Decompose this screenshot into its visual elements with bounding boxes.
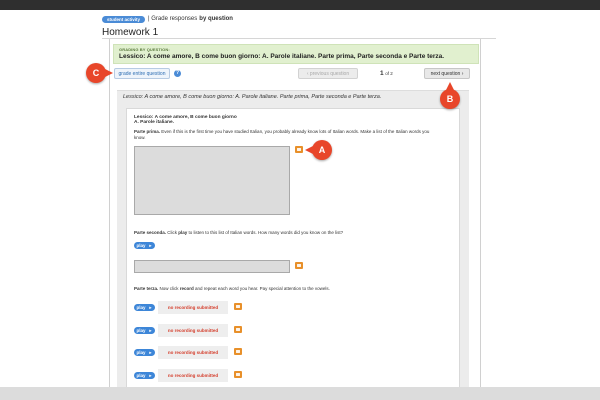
play-button[interactable]: play ► xyxy=(134,242,155,249)
grade-entire-question-button[interactable]: grade entire question xyxy=(114,68,170,79)
no-recording-status: no recording submitted xyxy=(158,346,228,359)
parte-prima-text: Even if this is the first time you have … xyxy=(134,129,430,140)
play-icon: ► xyxy=(148,350,153,355)
callout-marker-c: C xyxy=(86,63,113,83)
page-total: of 2 xyxy=(385,71,393,76)
help-icon[interactable]: ? xyxy=(174,70,181,77)
question-subtitle: A. Parole italiane. xyxy=(134,120,174,125)
parte-seconda-play-word: play xyxy=(178,230,188,235)
comment-flag-icon[interactable] xyxy=(234,348,242,355)
parte-terza-instructions: Parte terza. Now click record and repeat… xyxy=(134,286,434,292)
comment-flag-icon[interactable] xyxy=(234,303,242,310)
comment-flag-icon[interactable] xyxy=(295,262,303,269)
play-label: play xyxy=(136,373,146,378)
page-indicator: 1 of 2 xyxy=(380,70,393,77)
play-label: play xyxy=(136,328,146,333)
comment-flag-icon[interactable] xyxy=(234,326,242,333)
play-button[interactable]: play ► xyxy=(134,372,155,379)
callout-marker-b: B xyxy=(440,82,460,109)
parte-seconda-text-a: Click xyxy=(166,230,179,235)
parte-terza-text-b: and repeat each word you hear. Pay speci… xyxy=(193,286,330,291)
top-bar xyxy=(0,0,600,10)
parte-prima-instructions: Parte prima. Even if this is the first t… xyxy=(134,129,434,140)
breadcrumb-text: | Grade responses xyxy=(148,16,198,22)
bottom-bar xyxy=(0,387,600,400)
play-label: play xyxy=(136,305,146,310)
no-recording-status: no recording submitted xyxy=(158,301,228,314)
parte-terza-text-a: Now click xyxy=(158,286,180,291)
parte-seconda-text-b: to listen to this list of Italian words.… xyxy=(187,230,344,235)
breadcrumb: student activity | Grade responses by qu… xyxy=(102,14,233,24)
question-heading: Lessico: A come amore, B come buon giorn… xyxy=(123,94,382,100)
banner-label: GRADING BY QUESTION: xyxy=(119,47,170,52)
next-question-button[interactable]: next question › xyxy=(424,68,470,79)
current-page: 1 xyxy=(380,70,384,77)
play-button[interactable]: play ► xyxy=(134,327,155,334)
no-recording-status: no recording submitted xyxy=(158,369,228,382)
play-icon: ► xyxy=(148,243,153,248)
previous-question-button[interactable]: ‹ previous question xyxy=(298,68,358,79)
comment-flag-icon[interactable] xyxy=(295,146,303,153)
breadcrumb-bold: by question xyxy=(199,16,233,22)
callout-marker-a: A xyxy=(305,140,332,160)
play-icon: ► xyxy=(148,305,153,310)
play-button[interactable]: play ► xyxy=(134,304,155,311)
play-icon: ► xyxy=(148,373,153,378)
parte-seconda-answer-box[interactable] xyxy=(134,260,290,273)
parte-prima-label: Parte prima. xyxy=(134,129,161,134)
comment-flag-icon[interactable] xyxy=(234,371,242,378)
play-icon: ► xyxy=(148,328,153,333)
parte-terza-label: Parte terza. xyxy=(134,286,159,291)
grading-banner: GRADING BY QUESTION: Lessico: A come amo… xyxy=(113,44,479,64)
page-title: Homework 1 xyxy=(102,27,159,38)
parte-terza-record-word: record xyxy=(179,286,194,291)
parte-prima-answer-box[interactable] xyxy=(134,146,290,215)
no-recording-status: no recording submitted xyxy=(158,324,228,337)
play-label: play xyxy=(136,350,146,355)
parte-seconda-instructions: Parte seconda. Click play to listen to t… xyxy=(134,230,434,236)
play-button[interactable]: play ► xyxy=(134,349,155,356)
banner-question: Lessico: A come amore, B come buon giorn… xyxy=(119,53,445,60)
student-activity-link[interactable]: student activity xyxy=(102,15,146,23)
parte-seconda-label: Parte seconda. xyxy=(134,230,167,235)
play-label: play xyxy=(136,243,146,248)
